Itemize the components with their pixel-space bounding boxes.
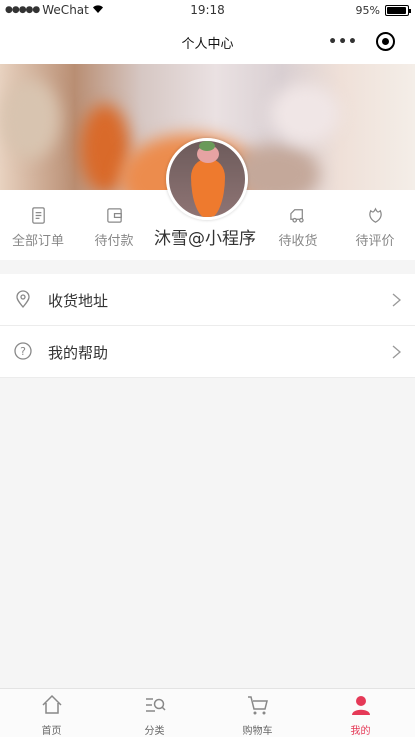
tab-label: 我的 <box>350 726 371 737</box>
tab-home[interactable]: 首页 <box>0 693 103 737</box>
category-search-icon <box>145 698 166 712</box>
tab-label: 首页 <box>41 726 62 737</box>
target-close-icon[interactable] <box>376 32 395 51</box>
order-item-label: 待评价 <box>355 234 395 249</box>
menu-item-label: 收货地址 <box>48 292 109 310</box>
order-item-all[interactable]: 全部订单 <box>0 206 76 249</box>
battery-icon <box>385 5 411 16</box>
menu-item-help[interactable]: ? 我的帮助 <box>0 326 415 378</box>
tab-mine[interactable]: 我的 <box>309 693 412 737</box>
order-item-label: 待收货 <box>278 234 318 249</box>
truck-icon <box>289 209 304 223</box>
location-pin-icon <box>16 290 30 309</box>
mini-program-capsule: ••• <box>328 32 395 51</box>
tab-category[interactable]: 分类 <box>103 693 206 737</box>
tab-label: 购物车 <box>242 726 273 737</box>
home-icon <box>41 694 62 714</box>
order-item-pending-receipt[interactable]: 待收货 <box>260 206 336 249</box>
menu-item-address[interactable]: 收货地址 <box>0 274 415 326</box>
tab-cart[interactable]: 购物车 <box>206 693 309 737</box>
svg-text:?: ? <box>20 345 26 358</box>
more-dots-icon[interactable]: ••• <box>328 34 358 50</box>
order-item-pending-review[interactable]: 待评价 <box>337 206 413 249</box>
username: 沐雪@小程序 <box>154 229 256 249</box>
menu-item-label: 我的帮助 <box>48 344 109 362</box>
user-icon <box>351 696 370 715</box>
status-time: 19:18 <box>190 3 225 17</box>
wallet-icon <box>106 208 122 223</box>
flower-icon <box>368 207 382 223</box>
chevron-right-icon <box>392 293 401 307</box>
tab-label: 分类 <box>144 726 165 737</box>
chevron-right-icon <box>392 345 401 359</box>
avatar[interactable] <box>166 138 248 220</box>
menu-list: 收货地址 ? 我的帮助 <box>0 274 415 378</box>
bottom-tab-bar: 首页 分类 购物车 我的 <box>0 688 415 737</box>
order-item-label: 待付款 <box>94 234 134 249</box>
battery-group: 95% <box>355 4 411 17</box>
order-item-label: 全部订单 <box>11 234 64 249</box>
status-bar: ●●●●● WeChat 19:18 95% <box>0 0 415 20</box>
avatar-carrot-image <box>191 159 225 217</box>
help-circle-icon: ? <box>14 342 32 360</box>
battery-percent: 95% <box>355 4 380 17</box>
cart-icon <box>247 696 268 715</box>
order-list-icon <box>31 207 45 224</box>
navigation-bar: 个人中心 ••• <box>0 20 415 64</box>
order-item-pending-payment[interactable]: 待付款 <box>76 206 152 249</box>
